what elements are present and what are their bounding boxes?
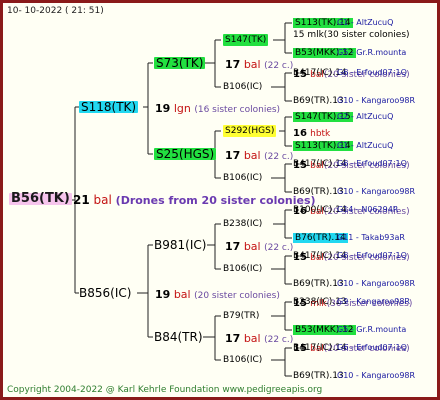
root-queen[interactable]: B56(TK) (9, 192, 72, 205)
gen5-code: G10 - Kangaroo98R (337, 279, 416, 288)
root-year-line: 21 bal (Drones from 20 sister colonies) (73, 194, 316, 207)
gen5-row: B417(IC).14 G6 - Erfoud07-1Q (293, 250, 407, 262)
gen5-row: S113(TK).14 G1 - AltZucuQ (293, 17, 393, 29)
gen5-code: G6 - Erfoud07-1Q (337, 159, 407, 168)
s25-race: bal (243, 149, 261, 162)
s25-year: 17 (225, 149, 241, 162)
queen-s25[interactable]: S25(HGS) (154, 148, 217, 160)
drones-note: (Drones from 20 sister colonies) (115, 194, 316, 207)
gen5-code: G6 - Erfoud07-1Q (337, 251, 407, 260)
gen5-row: B53(MKK).12 G5 - Gr.R.mounta (293, 47, 406, 59)
gen5-row: B100(IC).14 G14 - N06294R (293, 204, 398, 216)
gen5-code: G5 - Gr.R.mounta (337, 325, 407, 334)
copyright-footer: Copyright 2004-2022 @ Karl Kehrle Founda… (7, 385, 323, 395)
gen5-row: 15 mlk(30 sister colonies) (293, 29, 410, 41)
s25-note: (22 c.) (264, 152, 294, 162)
b981-note: (22 c.) (264, 243, 294, 253)
gen5-code: G6 - Erfoud07-1Q (337, 343, 407, 352)
gen5-code: G2 - AltZucuQ (337, 112, 394, 121)
queen-b981[interactable]: B981(IC) (154, 239, 206, 251)
b84-year: 17 (225, 332, 241, 345)
gen5-code: G10 - Kangaroo98R (337, 371, 416, 380)
gen5-row: B69(TR).13 G10 - Kangaroo98R (293, 278, 415, 290)
gen5-row: B238(IC).13 G9 - Kangaroo98R (293, 296, 410, 308)
gen5-code: G9 - Kangaroo98R (337, 297, 410, 306)
s73-year: 17 (225, 58, 241, 71)
pedigree-frame: 10- 10-2022 ( 21: 51) B56(TK) 21 bal (Dr… (0, 0, 440, 400)
b981-race: bal (243, 240, 261, 253)
b84-note: (22 c.) (264, 335, 294, 345)
gen5-code: G1 - AltZucuQ (337, 141, 394, 150)
gen5-code: G6 - Erfoud07-1Q (337, 68, 407, 77)
s73-note: (22 c.) (264, 61, 294, 71)
gen5-name[interactable]: 15 mlk(30 sister colonies) (293, 30, 410, 40)
s118-race: lgn (173, 102, 191, 115)
b84-info: 17 bal (22 c.) (225, 333, 293, 346)
queen-b238-a[interactable]: B238(IC) (223, 218, 262, 230)
gen5-row: S147(TK).15 G2 - AltZucuQ (293, 111, 393, 123)
queen-b106-a[interactable]: B106(IC) (223, 81, 262, 93)
gen5-code: G10 - Kangaroo98R (337, 96, 416, 105)
s292-race: hbtk (310, 129, 331, 139)
queen-s118[interactable]: S118(TK) (79, 101, 139, 113)
b856-info: 19 bal (20 sister colonies) (155, 289, 280, 302)
b84-race: bal (243, 332, 261, 345)
queen-s73[interactable]: S73(TK) (154, 57, 206, 69)
b981-info: 17 bal (22 c.) (225, 241, 293, 254)
gen5-row: B417(IC).14 G6 - Erfoud07-1Q (293, 342, 407, 354)
queen-b79[interactable]: B79(TR) (223, 310, 259, 322)
gen5-row: B417(IC).14 G6 - Erfoud07-1Q (293, 67, 407, 79)
queen-s292[interactable]: S292(HGS) (223, 125, 277, 137)
queen-b856[interactable]: B856(IC) (79, 287, 131, 299)
queen-b106-b[interactable]: B106(IC) (223, 172, 262, 184)
b981-year: 17 (225, 240, 241, 253)
gen5-code: G1 - AltZucuQ (337, 18, 394, 27)
gen5-row: S113(TK).14 G1 - AltZucuQ (293, 140, 393, 152)
b856-race: bal (173, 288, 191, 301)
queen-b106-c[interactable]: B106(IC) (223, 263, 262, 275)
gen5-code: G14 - N06294R (337, 205, 399, 214)
gen5-row: B69(TR).13 G10 - Kangaroo98R (293, 186, 415, 198)
s292-year: 16 (293, 128, 307, 139)
gen5-row: B417(IC).14 G6 - Erfoud07-1Q (293, 158, 407, 170)
queen-s147[interactable]: S147(TK) (223, 34, 269, 46)
s118-note: (16 sister colonies) (194, 105, 281, 115)
gen5-code: G5 - Gr.R.mounta (337, 48, 407, 57)
queen-b106-d[interactable]: B106(IC) (223, 354, 262, 366)
s25-info: 17 bal (22 c.) (225, 150, 293, 163)
s73-info: 17 bal (22 c.) (225, 59, 293, 72)
gen5-row: B76(TR).14 G11 - Takab93aR (293, 232, 405, 244)
gen5-code: G11 - Takab93aR (337, 233, 405, 242)
gen5-code: G10 - Kangaroo98R (337, 187, 416, 196)
root-year: 21 (73, 193, 90, 207)
date-stamp: 10- 10-2022 ( 21: 51) (7, 6, 104, 16)
gen5-row: B69(TR).13 G10 - Kangaroo98R (293, 95, 415, 107)
gen5-row: B53(MKK).12 G5 - Gr.R.mounta (293, 324, 406, 336)
queen-b84[interactable]: B84(TR) (154, 331, 203, 343)
root-race: bal (93, 193, 112, 207)
s73-race: bal (243, 58, 261, 71)
b856-note: (20 sister colonies) (194, 291, 280, 301)
s292-info: 16 hbtk (293, 128, 330, 140)
s118-year: 19 (155, 102, 171, 115)
s118-info: 19 lgn (16 sister colonies) (155, 103, 280, 116)
gen5-row: B69(TR).13 G10 - Kangaroo98R (293, 370, 415, 382)
b856-year: 19 (155, 288, 171, 301)
